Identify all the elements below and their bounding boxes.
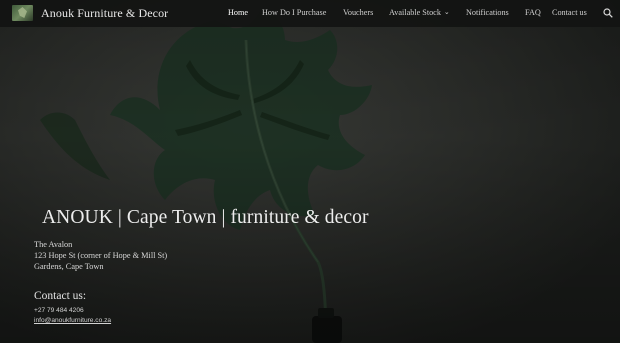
nav-item-contact-us[interactable]: Contact us [552,8,587,17]
nav-item-faq[interactable]: FAQ [525,8,541,17]
nav-item-notifications[interactable]: Notifications [466,8,509,17]
email-link[interactable]: info@anoukfurniture.co.za [34,317,111,324]
nav-item-how-do-i-purchase[interactable]: How Do I Purchase [262,8,326,17]
contact-heading: Contact us: [34,290,87,302]
nav-item-vouchers[interactable]: Vouchers [343,8,373,17]
top-navbar: Anouk Furniture & Decor Home How Do I Pu… [0,0,620,27]
nav-item-available-stock-label: Available Stock [389,8,441,17]
search-icon[interactable] [603,8,613,18]
chevron-down-icon: ⌄ [443,8,450,16]
nav-item-home[interactable]: Home [228,8,248,17]
hero-background [0,0,620,343]
main-nav: Home How Do I Purchase Vouchers Availabl… [0,8,620,22]
hero-overlay [0,0,620,343]
address-line-2: 123 Hope St (corner of Hope & Mill St) [34,251,168,260]
hero-headline: ANOUK | Cape Town | furniture & decor [42,207,369,228]
nav-item-available-stock[interactable]: Available Stock ⌄ [389,8,450,17]
phone-number: +27 79 484 4206 [34,307,84,314]
address-line-3: Gardens, Cape Town [34,262,104,271]
address-line-1: The Avalon [34,240,73,249]
